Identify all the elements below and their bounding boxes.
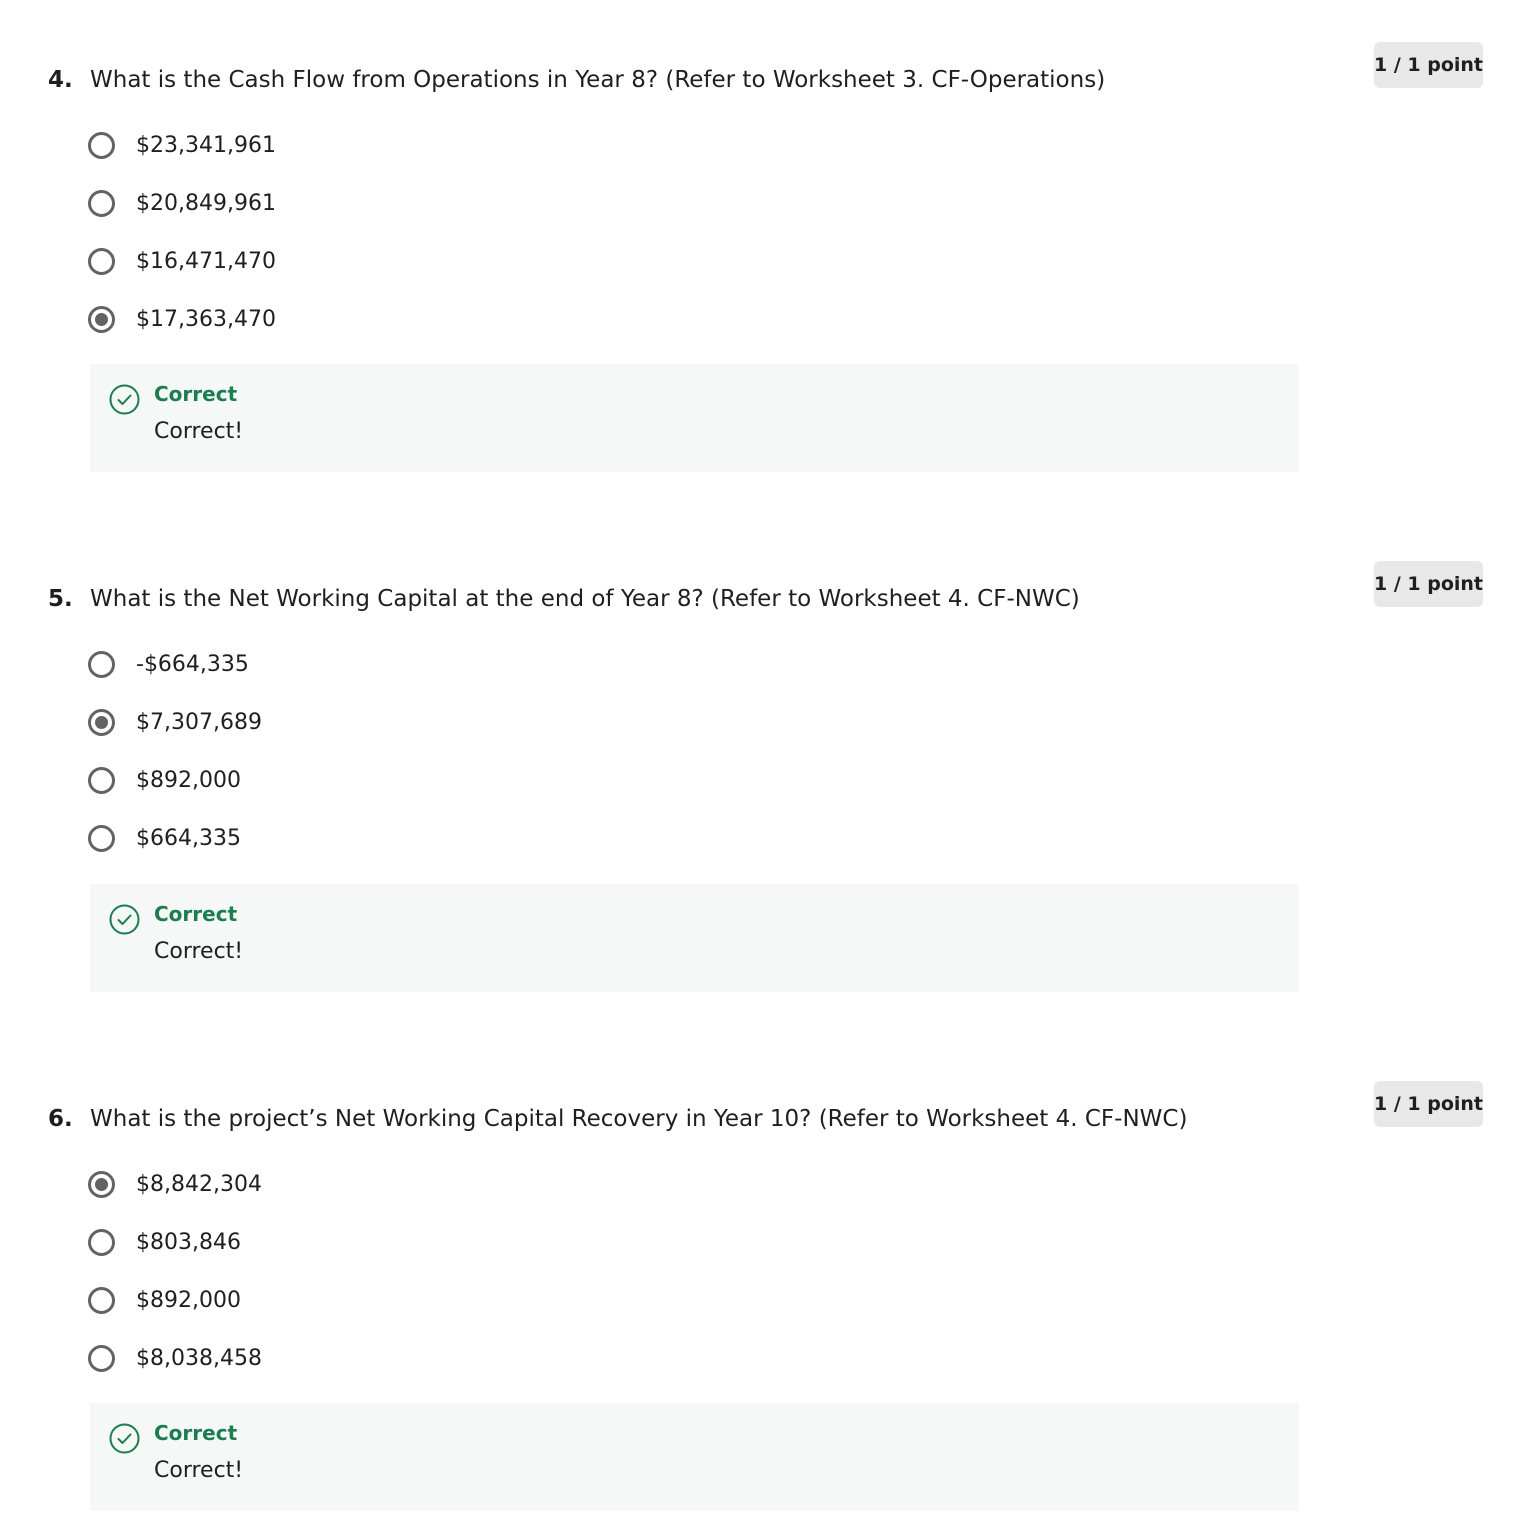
- check-circle-icon: [109, 1423, 140, 1454]
- answer-option[interactable]: $8,038,458: [88, 1329, 262, 1387]
- answer-option[interactable]: $17,363,470: [88, 290, 276, 348]
- question-text: What is the project’s Net Working Capita…: [90, 1106, 1188, 1132]
- radio-button[interactable]: [88, 1228, 115, 1256]
- answer-option[interactable]: $23,341,961: [88, 116, 276, 174]
- feedback-title: Correct: [154, 902, 238, 926]
- option-label: $803,846: [136, 1229, 241, 1255]
- answer-option[interactable]: -$664,335: [88, 635, 262, 693]
- option-label: $8,038,458: [136, 1345, 262, 1371]
- radio-button[interactable]: [88, 305, 115, 333]
- feedback-box: Correct Correct!: [90, 1403, 1299, 1511]
- points-badge: 1 / 1 point: [1374, 561, 1483, 607]
- feedback-text: Correct!: [154, 1458, 244, 1483]
- answer-option[interactable]: $16,471,470: [88, 232, 276, 290]
- option-label: $892,000: [136, 1287, 241, 1313]
- question-number: 5.: [48, 586, 73, 612]
- radio-button[interactable]: [88, 650, 115, 678]
- question-number: 4.: [48, 67, 73, 93]
- answer-options: $23,341,961 $20,849,961 $16,471,470 $17,…: [88, 116, 276, 348]
- option-label: $16,471,470: [136, 248, 276, 274]
- radio-button[interactable]: [88, 247, 115, 275]
- answer-option[interactable]: $664,335: [88, 809, 262, 867]
- option-label: $8,842,304: [136, 1171, 262, 1197]
- feedback-box: Correct Correct!: [90, 884, 1299, 992]
- feedback-text: Correct!: [154, 939, 244, 964]
- radio-button[interactable]: [88, 1286, 115, 1314]
- points-badge: 1 / 1 point: [1374, 1081, 1483, 1127]
- option-label: $892,000: [136, 767, 241, 793]
- question-text: What is the Net Working Capital at the e…: [90, 586, 1080, 612]
- option-label: $17,363,470: [136, 306, 276, 332]
- radio-button[interactable]: [88, 131, 115, 159]
- radio-button[interactable]: [88, 1344, 115, 1372]
- feedback-title: Correct: [154, 1421, 238, 1445]
- answer-option[interactable]: $892,000: [88, 751, 262, 809]
- feedback-title: Correct: [154, 382, 238, 406]
- question-number: 6.: [48, 1106, 73, 1132]
- option-label: $7,307,689: [136, 709, 262, 735]
- answer-option[interactable]: $892,000: [88, 1271, 262, 1329]
- radio-button[interactable]: [88, 189, 115, 217]
- answer-option[interactable]: $20,849,961: [88, 174, 276, 232]
- answer-options: $8,842,304 $803,846 $892,000 $8,038,458: [88, 1155, 262, 1387]
- radio-button[interactable]: [88, 708, 115, 736]
- option-label: $664,335: [136, 825, 241, 851]
- points-badge: 1 / 1 point: [1374, 42, 1483, 88]
- feedback-box: Correct Correct!: [90, 364, 1299, 472]
- option-label: -$664,335: [136, 651, 249, 677]
- answer-option[interactable]: $8,842,304: [88, 1155, 262, 1213]
- answer-option[interactable]: $803,846: [88, 1213, 262, 1271]
- radio-button[interactable]: [88, 824, 115, 852]
- option-label: $23,341,961: [136, 132, 276, 158]
- question-text: What is the Cash Flow from Operations in…: [90, 67, 1106, 93]
- option-label: $20,849,961: [136, 190, 276, 216]
- check-circle-icon: [109, 904, 140, 935]
- radio-button[interactable]: [88, 766, 115, 794]
- feedback-text: Correct!: [154, 419, 244, 444]
- radio-button[interactable]: [88, 1170, 115, 1198]
- answer-option[interactable]: $7,307,689: [88, 693, 262, 751]
- answer-options: -$664,335 $7,307,689 $892,000 $664,335: [88, 635, 262, 867]
- check-circle-icon: [109, 384, 140, 415]
